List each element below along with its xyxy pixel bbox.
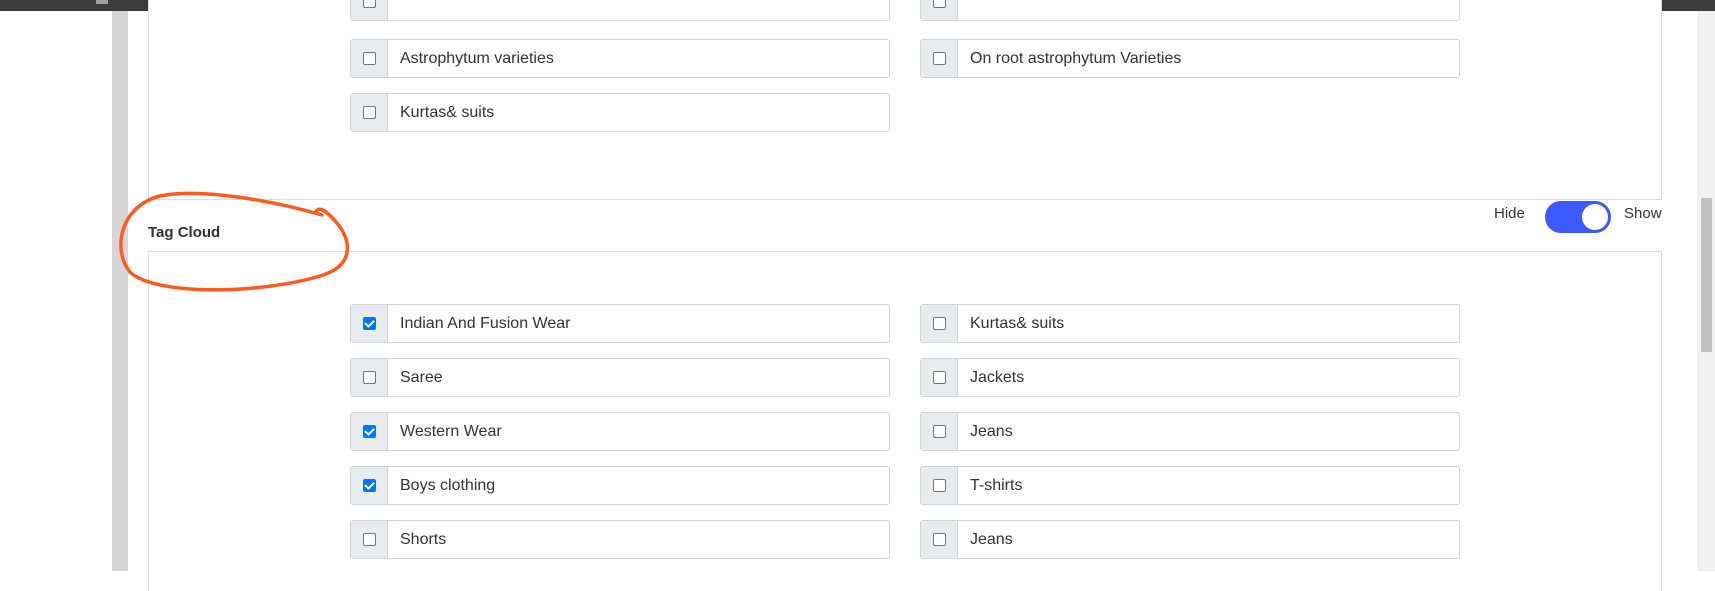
item-label: Boys clothing	[400, 476, 496, 494]
checkbox[interactable]	[932, 479, 946, 492]
vertical-scrollbar[interactable]	[1697, 11, 1715, 571]
item-label: Indian And Fusion Wear	[400, 314, 571, 332]
checkbox[interactable]	[932, 425, 946, 438]
item-label: Shorts	[400, 530, 447, 548]
checkbox[interactable]	[362, 52, 376, 65]
checkbox[interactable]	[932, 317, 946, 330]
section-title: Tag Cloud	[148, 224, 221, 241]
item-label: Kurtas& suits	[400, 103, 495, 121]
checkbox[interactable]	[362, 479, 376, 492]
hide-label: Hide	[1494, 205, 1525, 222]
list-item[interactable]: Kurtas& suits	[920, 304, 1460, 343]
checkbox[interactable]	[362, 533, 376, 546]
item-label: Kurtas& suits	[970, 314, 1065, 332]
item-label: Saree	[400, 368, 443, 386]
list-item[interactable]: Jeans	[920, 520, 1460, 559]
checkbox[interactable]	[362, 106, 376, 119]
list-item[interactable]: T-shirts	[920, 466, 1460, 505]
checkbox[interactable]	[932, 0, 946, 8]
item-label: Western Wear	[400, 422, 502, 440]
checkbox[interactable]	[362, 425, 376, 438]
item-label: On root astrophytum Varieties	[970, 49, 1182, 67]
list-item[interactable]: On root astrophytum Varieties	[920, 39, 1460, 78]
list-item[interactable]: Astrophytum varieties	[350, 39, 890, 78]
checkbox[interactable]	[932, 533, 946, 546]
tab-indicator	[96, 0, 108, 4]
scrollbar-thumb[interactable]	[1701, 198, 1712, 352]
checkbox[interactable]	[362, 317, 376, 330]
item-label: Jeans	[970, 530, 1013, 548]
item-label: Astrophytum varieties	[400, 49, 554, 67]
list-item[interactable]	[920, 0, 1460, 21]
list-item[interactable]: Jeans	[920, 412, 1460, 451]
list-item[interactable]: Kurtas& suits	[350, 93, 890, 132]
list-item[interactable]	[350, 0, 890, 21]
left-gutter	[112, 11, 128, 571]
show-label: Show	[1624, 205, 1662, 222]
list-item[interactable]: Jackets	[920, 358, 1460, 397]
list-item[interactable]: Boys clothing	[350, 466, 890, 505]
toggle-knob	[1582, 204, 1608, 230]
list-item[interactable]: Western Wear	[350, 412, 890, 451]
item-label: T-shirts	[970, 476, 1023, 494]
checkbox[interactable]	[362, 371, 376, 384]
visibility-toggle[interactable]	[1545, 201, 1611, 233]
checkbox[interactable]	[932, 52, 946, 65]
list-item[interactable]: Indian And Fusion Wear	[350, 304, 890, 343]
item-label: Jeans	[970, 422, 1013, 440]
checkbox[interactable]	[362, 0, 376, 8]
list-item[interactable]: Shorts	[350, 520, 890, 559]
checkbox[interactable]	[932, 371, 946, 384]
list-item[interactable]: Saree	[350, 358, 890, 397]
item-label: Jackets	[970, 368, 1025, 386]
